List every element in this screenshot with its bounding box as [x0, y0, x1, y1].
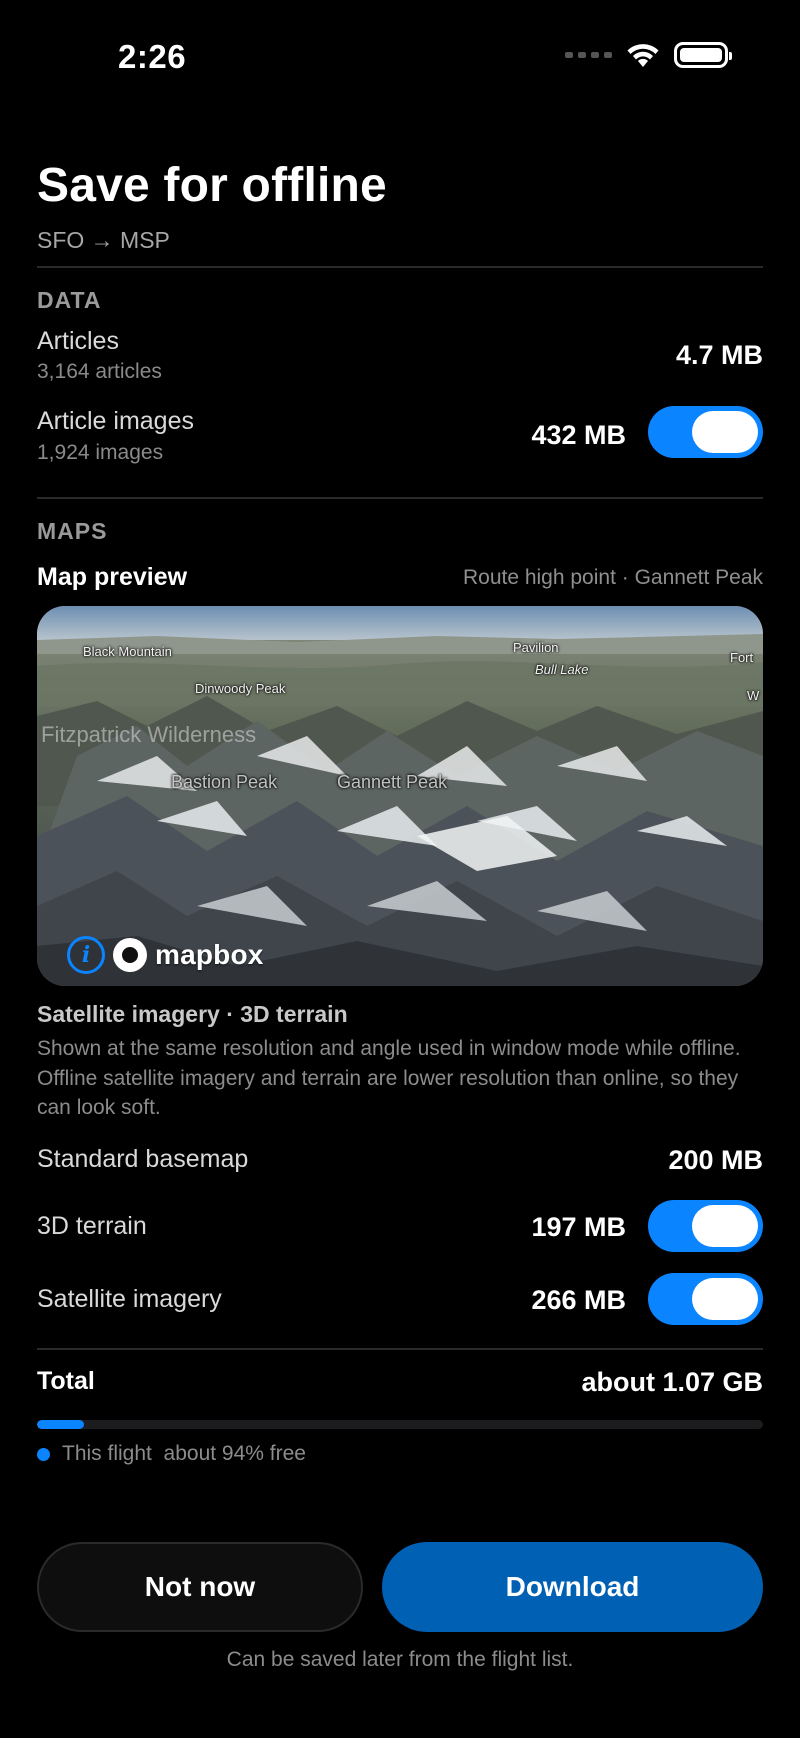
terrain-image: [37, 606, 763, 986]
divider: [37, 497, 763, 499]
articles-title: Articles: [37, 327, 119, 355]
info-icon[interactable]: i: [67, 936, 105, 974]
imagery-description: Shown at the same resolution and angle u…: [37, 1037, 741, 1119]
imagery-title: Satellite imagery · 3D terrain: [37, 1001, 348, 1027]
satellite-imagery-title: Satellite imagery: [37, 1285, 222, 1313]
section-label-maps: MAPS: [37, 518, 108, 544]
map-label-bastion-peak: Bastion Peak: [171, 772, 278, 792]
total-label: Total: [37, 1367, 95, 1395]
map-preview-label: Map preview: [37, 563, 188, 591]
mapbox-wordmark: mapbox: [155, 939, 264, 970]
article-images-count: 1,924 images: [37, 441, 164, 464]
storage-legend-text: This flight about 94% free: [62, 1442, 306, 1465]
map-label-gannett-peak: Gannett Peak: [337, 772, 448, 792]
status-bar: 2:26: [0, 0, 800, 110]
cellular-signal-icon: [565, 52, 612, 58]
divider: [37, 1348, 763, 1350]
article-images-size: 432 MB: [531, 420, 626, 450]
map-label-black-mountain: Black Mountain: [83, 644, 172, 659]
article-images-toggle[interactable]: [648, 406, 763, 458]
total-value: about 1.07 GB: [581, 1367, 763, 1397]
terrain-3d-title: 3D terrain: [37, 1212, 147, 1240]
storage-bar-fill: [37, 1420, 85, 1429]
standard-basemap-title: Standard basemap: [37, 1145, 249, 1173]
article-images-title: Article images: [37, 407, 194, 435]
battery-icon: [674, 42, 732, 68]
map-label-fitzpatrick: Fitzpatrick Wilderness: [41, 722, 257, 747]
divider: [37, 266, 763, 268]
footnote: Can be saved later from the flight list.: [226, 1648, 574, 1671]
wifi-icon: [627, 44, 659, 67]
section-label-data: DATA: [37, 287, 102, 313]
download-button[interactable]: Download: [382, 1542, 763, 1632]
storage-legend: This flight about 94% free: [37, 1442, 306, 1466]
map-preview[interactable]: Black Mountain Pavilion Bull Lake Fort D…: [37, 606, 763, 986]
mapbox-logo-icon: [113, 938, 147, 972]
articles-size: 4.7 MB: [675, 340, 763, 370]
map-label-bull-lake: Bull Lake: [535, 662, 589, 677]
page-title: Save for offline: [37, 159, 387, 212]
terrain-3d-toggle[interactable]: [648, 1200, 763, 1252]
legend-dot-icon: [37, 1447, 50, 1461]
map-label-w: W: [747, 688, 760, 703]
articles-count: 3,164 articles: [37, 360, 162, 383]
map-preview-caption: Route high point · Gannett Peak: [462, 566, 763, 589]
not-now-button[interactable]: Not now: [37, 1542, 363, 1632]
map-label-pavilion: Pavilion: [513, 640, 559, 655]
satellite-imagery-toggle[interactable]: [648, 1273, 763, 1325]
standard-basemap-size: 200 MB: [668, 1145, 763, 1175]
map-attribution: i mapbox: [67, 936, 264, 974]
route-label: SFO → MSP: [37, 227, 170, 253]
map-label-fort: Fort: [730, 650, 754, 665]
status-icons: [565, 42, 732, 68]
storage-bar: [37, 1420, 763, 1429]
terrain-3d-size: 197 MB: [531, 1212, 626, 1242]
status-time: 2:26: [118, 38, 187, 75]
satellite-imagery-size: 266 MB: [531, 1285, 626, 1315]
map-label-dinwoody-peak: Dinwoody Peak: [195, 681, 286, 696]
